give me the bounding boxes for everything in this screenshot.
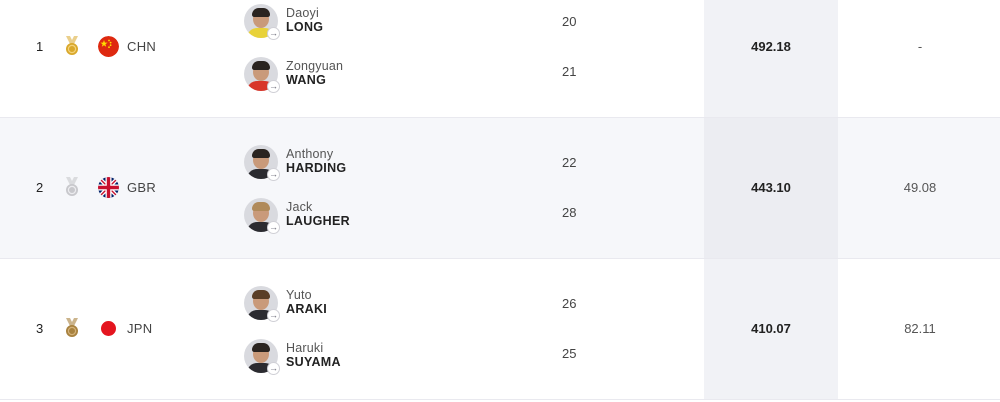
results-table: 1 CHN → Daoyi LONG → Zongyuan WANG 20 21… <box>0 0 1000 402</box>
arrow-right-icon: → <box>267 168 280 181</box>
points-behind: 82.11 <box>904 321 936 336</box>
country-code: CHN <box>127 39 157 54</box>
points-behind: - <box>917 39 923 54</box>
athlete-first-name: Anthony <box>286 147 334 161</box>
gold-medal-icon <box>63 36 81 56</box>
athlete-age: 25 <box>562 346 577 361</box>
china-flag-icon <box>98 36 119 57</box>
athlete-last-name: LONG <box>286 20 324 34</box>
athlete-last-name: ARAKI <box>286 302 328 316</box>
arrow-right-icon: → <box>267 27 280 40</box>
result-row-jpn[interactable]: 3 JPN → Yuto ARAKI → Haruki SUYAMA 26 25… <box>0 259 1000 400</box>
athlete-age: 20 <box>562 14 577 29</box>
athlete-age: 22 <box>562 155 577 170</box>
rank: 3 <box>36 321 44 336</box>
total-score: 410.07 <box>751 321 791 336</box>
athlete-first-name: Zongyuan <box>286 59 344 73</box>
country-code: GBR <box>127 180 157 195</box>
athlete-last-name: HARDING <box>286 161 347 175</box>
athlete-first-name: Yuto <box>286 288 312 302</box>
silver-medal-icon <box>63 177 81 197</box>
arrow-right-icon: → <box>267 80 280 93</box>
arrow-right-icon: → <box>267 309 280 322</box>
athlete-last-name: LAUGHER <box>286 214 350 228</box>
athlete-last-name: SUYAMA <box>286 355 341 369</box>
arrow-right-icon: → <box>267 362 280 375</box>
result-row-chn[interactable]: 1 CHN → Daoyi LONG → Zongyuan WANG 20 21… <box>0 0 1000 118</box>
total-score: 443.10 <box>751 180 791 195</box>
result-row-gbr[interactable]: 2 GBR → Anthony HARDING → Jack LAUGHER 2… <box>0 118 1000 259</box>
athlete-zongyuan-wang[interactable]: → Zongyuan WANG <box>244 57 544 93</box>
athlete-age: 26 <box>562 296 577 311</box>
rank: 2 <box>36 180 44 195</box>
arrow-right-icon: → <box>267 221 280 234</box>
athlete-jack-laugher[interactable]: → Jack LAUGHER <box>244 198 544 234</box>
athlete-first-name: Jack <box>286 200 313 214</box>
bronze-medal-icon <box>63 318 81 338</box>
country-code: JPN <box>127 321 153 336</box>
uk-flag-icon <box>98 177 119 198</box>
athlete-first-name: Haruki <box>286 341 324 355</box>
athlete-haruki-suyama[interactable]: → Haruki SUYAMA <box>244 339 544 375</box>
athlete-age: 21 <box>562 64 577 79</box>
athlete-anthony-harding[interactable]: → Anthony HARDING <box>244 145 544 181</box>
athlete-daoyi-long[interactable]: → Daoyi LONG <box>244 4 544 40</box>
rank: 1 <box>36 39 44 54</box>
athlete-age: 28 <box>562 205 577 220</box>
score-column-bg <box>704 0 838 117</box>
points-behind: 49.08 <box>903 180 937 195</box>
japan-flag-icon <box>98 318 119 339</box>
athlete-first-name: Daoyi <box>286 6 319 20</box>
athlete-last-name: WANG <box>286 73 327 87</box>
total-score: 492.18 <box>751 39 791 54</box>
athlete-yuto-araki[interactable]: → Yuto ARAKI <box>244 286 544 322</box>
